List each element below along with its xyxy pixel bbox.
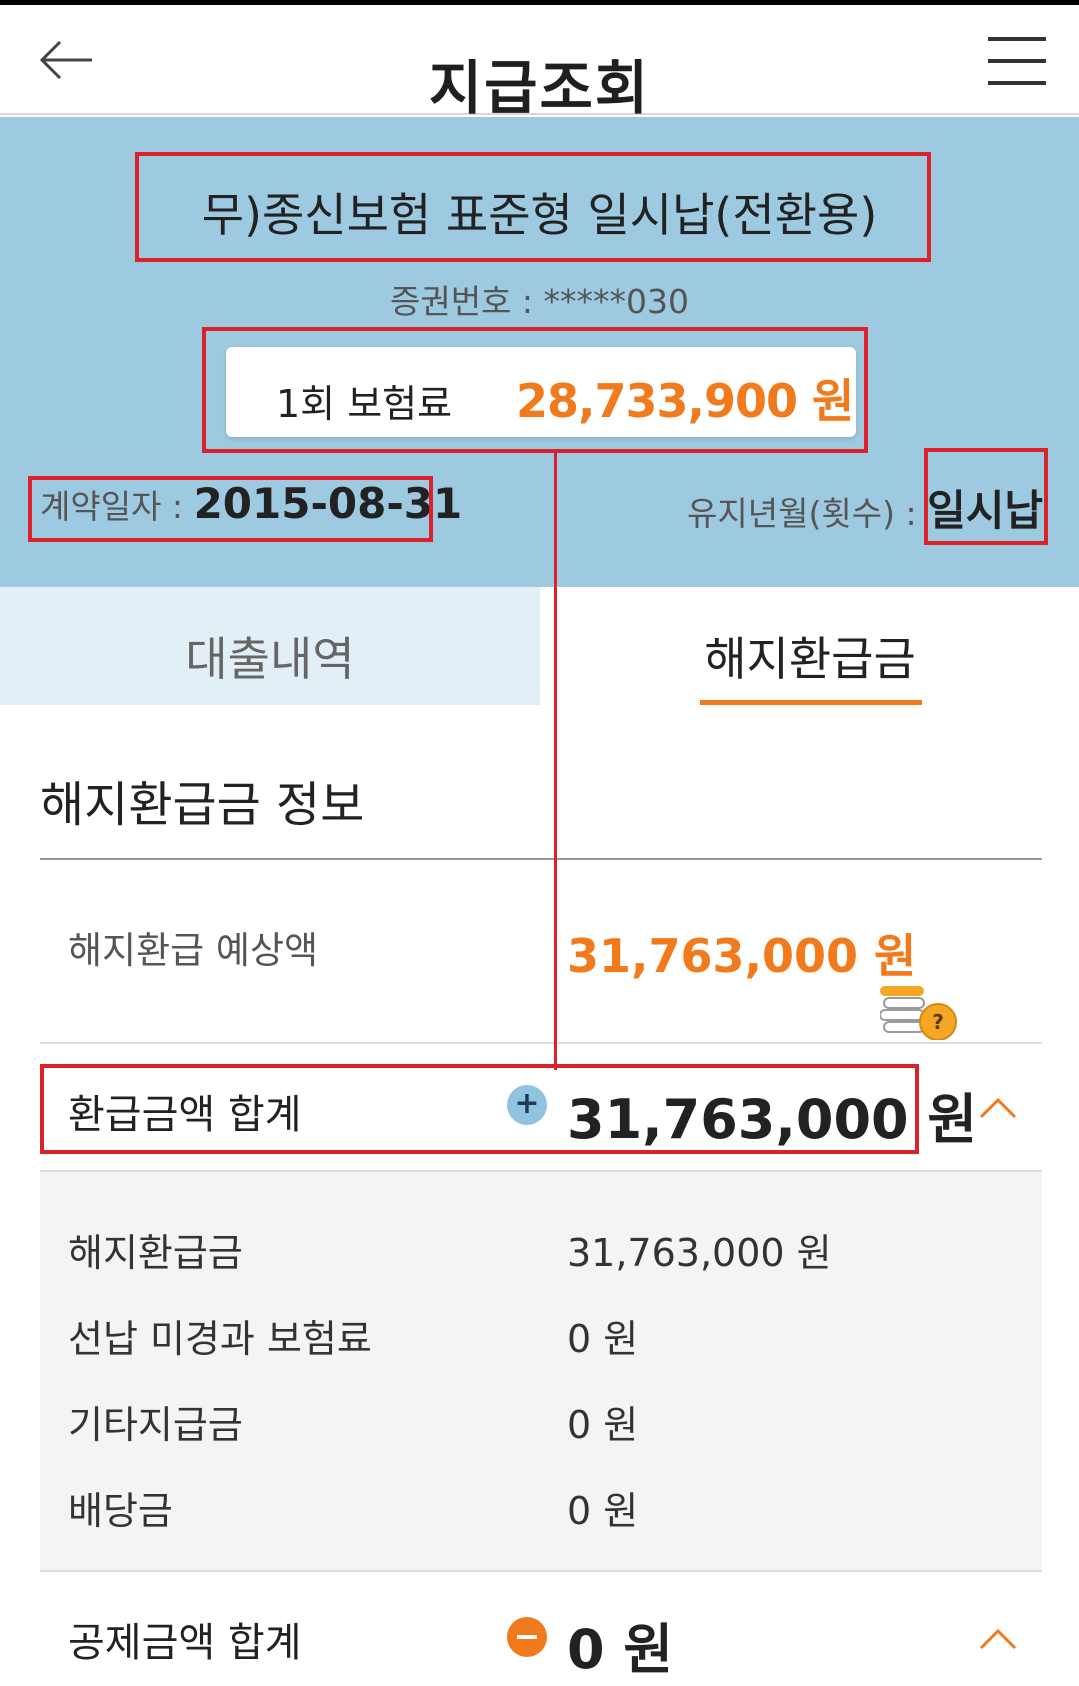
menu-button[interactable] [988,35,1046,87]
deduction-total-value: 0 원 [567,1618,674,1681]
page-title: 지급조회 [428,54,651,122]
active-tab-indicator [700,700,922,705]
chevron-up-icon[interactable] [978,1627,1018,1651]
tab-loan-history[interactable]: 대출내역 [0,587,540,705]
hamburger-menu-icon [988,37,1046,41]
tab-surrender-refund[interactable]: 해지환급금 [540,587,1079,705]
list-item-value: 0 원 [567,1317,639,1361]
highlight-connector-line [554,452,557,1070]
row-divider [40,1042,1042,1044]
row-divider [40,1570,1042,1572]
list-item-value: 0 원 [567,1403,639,1447]
list-item-value: 31,763,000 원 [567,1231,832,1275]
list-item-label: 해지환급금 [68,1231,243,1275]
list-item-label: 선납 미경과 보험료 [68,1317,372,1361]
section-divider [40,858,1042,860]
refund-detail-list: 해지환급금 31,763,000 원 선납 미경과 보험료 0 원 기타지급금 … [40,1172,1042,1570]
tab-bar: 대출내역 해지환급금 [0,587,1079,705]
list-item-label: 기타지급금 [68,1403,243,1447]
maintain-period-label: 유지년월(횟수) : [687,494,917,533]
app-header: 지급조회 [0,5,1079,122]
list-item-label: 배당금 [68,1489,173,1533]
svg-text:?: ? [932,1010,944,1034]
highlight-box-maintain [924,448,1048,545]
coin-question-icon[interactable]: ? [880,980,962,1040]
deduction-total-label: 공제금액 합계 [68,1620,302,1666]
highlight-box-contract-date [28,476,433,542]
estimate-label: 해지환급 예상액 [68,929,319,972]
policy-number: *****030 [543,282,690,321]
policy-number-row: 증권번호 : *****030 [0,275,1079,323]
chevron-up-icon[interactable] [978,1096,1018,1120]
list-item-value: 0 원 [567,1489,639,1533]
highlight-box-refund-total [40,1064,919,1154]
policy-number-label: 증권번호 : [389,282,534,321]
section-title: 해지환급금 정보 [40,777,365,833]
highlight-box-premium [202,327,868,453]
minus-circle-icon [507,1617,547,1657]
highlight-box-product [135,152,931,262]
tab-label: 해지환급금 [704,632,916,686]
estimate-value: 31,763,000 원 [567,929,917,983]
